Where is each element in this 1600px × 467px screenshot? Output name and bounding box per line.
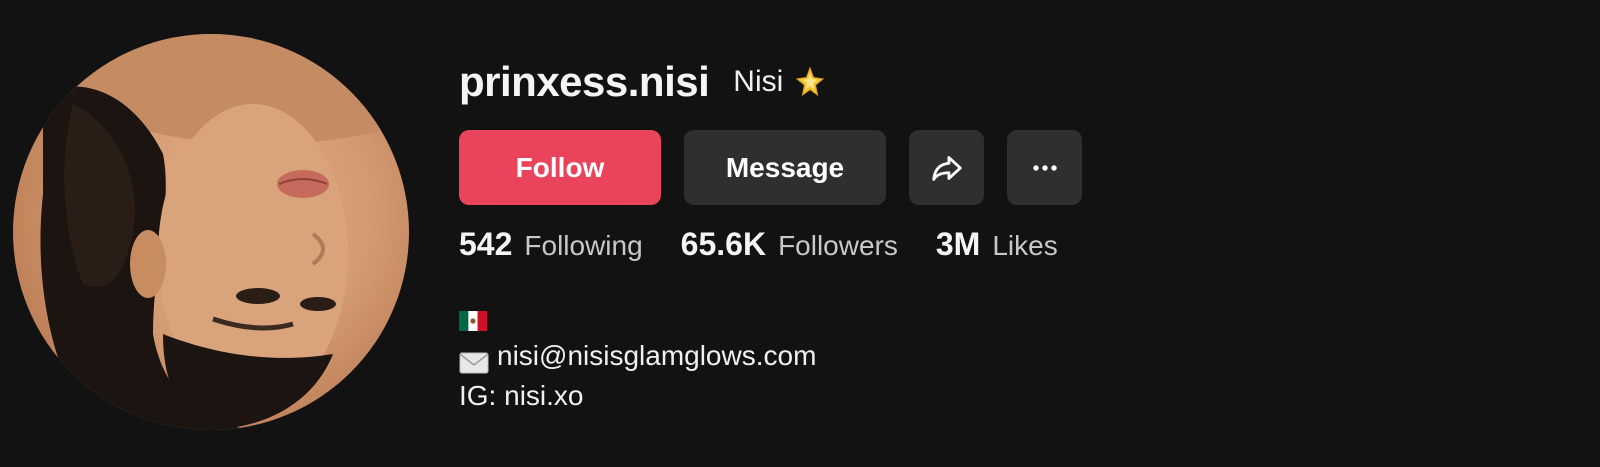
bio: nisi@nisisglamglows.com IG: nisi.xo	[459, 296, 816, 416]
more-button[interactable]	[1007, 130, 1082, 205]
profile-stats: 542 Following 65.6K Followers 3M Likes	[459, 226, 1096, 263]
follow-button[interactable]: Follow	[459, 130, 661, 205]
action-buttons: Follow Message	[459, 130, 1082, 205]
stat-likes: 3M Likes	[936, 226, 1058, 263]
avatar[interactable]	[13, 34, 409, 430]
bio-instagram: IG: nisi.xo	[459, 380, 584, 411]
username: prinxess.nisi	[459, 58, 710, 105]
profile-header: prinxess.nisi Nisi Follow Message 542 Fo…	[0, 0, 1600, 467]
stat-following[interactable]: 542 Following	[459, 226, 643, 263]
followers-label: Followers	[778, 230, 898, 261]
stat-followers[interactable]: 65.6K Followers	[681, 226, 898, 263]
following-label: Following	[524, 230, 643, 261]
more-dots-icon	[1032, 164, 1057, 171]
share-arrow-icon	[931, 155, 962, 181]
star-sparkle-icon	[793, 65, 827, 99]
envelope-icon	[459, 345, 489, 374]
profile-photo	[40, 34, 409, 430]
share-button[interactable]	[909, 130, 984, 205]
message-button[interactable]: Message	[684, 130, 886, 205]
name-row: prinxess.nisi Nisi	[459, 52, 827, 112]
likes-count: 3M	[935, 226, 981, 262]
bio-email: nisi@nisisglamglows.com	[497, 340, 817, 371]
bio-email-line: nisi@nisisglamglows.com	[459, 336, 816, 376]
likes-label: Likes	[992, 230, 1058, 261]
bio-instagram-line: IG: nisi.xo	[459, 376, 816, 416]
nickname: Nisi	[733, 65, 784, 98]
followers-count: 65.6K	[680, 226, 767, 262]
mexico-flag-icon	[459, 302, 487, 331]
following-count: 542	[459, 226, 513, 262]
